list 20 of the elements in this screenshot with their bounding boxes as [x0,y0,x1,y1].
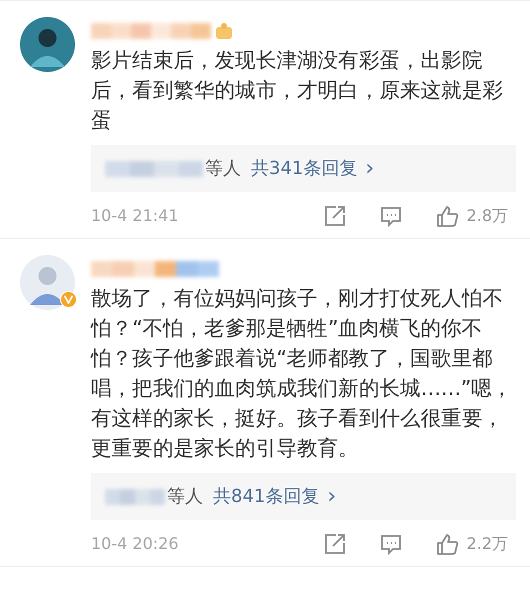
chevron[interactable]: › [327,486,336,508]
like-count: 2.8万 [466,205,508,227]
thumbs-up-icon[interactable] [436,204,459,228]
replies-link[interactable]: 共841条回复 [213,483,320,510]
comment-icon[interactable] [380,205,402,227]
like-count: 2.2万 [466,533,508,555]
timestamp: 10-4 20:26 [91,533,180,555]
avatar[interactable] [20,17,75,72]
comment-icon[interactable] [380,533,402,555]
comment-text: 影片结束后，发现长津湖没有彩蛋，出影院后，看到繁华的城市，才明白，原来这就是彩蛋 [91,47,504,134]
replies-suffix: 等人 [167,485,203,509]
thumbs-up-icon[interactable] [436,532,459,556]
share-icon[interactable] [324,533,346,555]
blurred-name-drawing [105,488,165,504]
chevron[interactable]: › [365,158,374,180]
timestamp: 10-4 21:41 [91,205,180,227]
replies-suffix: 等人 [205,157,241,181]
share-icon[interactable] [324,205,346,227]
replies-link[interactable]: 共341条回复 [251,155,358,182]
comment-text: 散场了，有位妈妈问孩子，刚才打仗死人怕不怕？“不怕，老爹那是牺牲”血肉横飞的你不怕？孩子他爹跟着说“老师都教了，国歌里都唱，把我们的血肉筑成我们新的长城……”嗯，有这样的家长，挺好。孩子看到什么很重要，更重要的是家长的引导教育。 [91,285,514,462]
